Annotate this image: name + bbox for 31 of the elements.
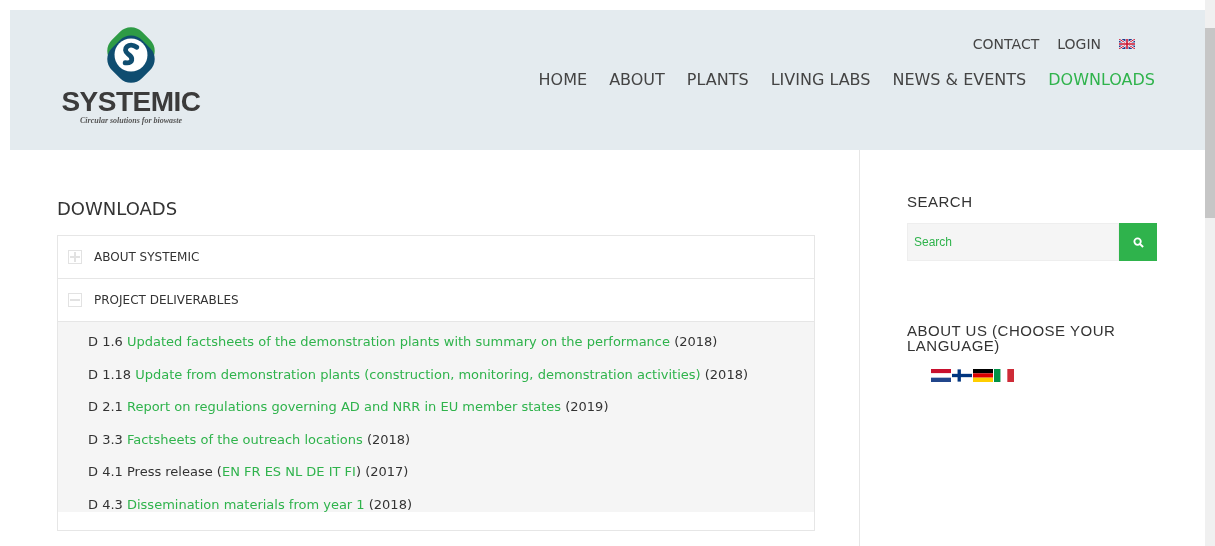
page-title: DOWNLOADS — [57, 198, 179, 219]
accordion-title: ABOUT SYSTEMIC — [94, 250, 200, 264]
nav-link[interactable]: PLANTS — [686, 70, 749, 89]
deliverable-item: D 1.6 Updated factsheets of the demonstration plants with summary on the performance (2018) — [88, 334, 719, 349]
uk-flag-icon[interactable] — [1119, 39, 1135, 49]
toggle-icon — [68, 293, 82, 307]
deliverable-item: D 4.1 Press release (EN FR ES NL DE IT FI) (2017) — [88, 464, 410, 480]
logo-tagline: Circular solutions for biowaste — [80, 116, 182, 125]
logo-name: SYSTEMIC — [61, 88, 201, 116]
nav-link[interactable]: NEWS & EVENTS — [892, 70, 1027, 89]
toggle-icon — [68, 250, 82, 264]
de-flag-icon[interactable] — [973, 369, 993, 382]
nav-link[interactable]: ABOUT — [609, 70, 665, 89]
top-link[interactable]: LOGIN — [1057, 36, 1101, 52]
fi-flag-icon[interactable] — [952, 369, 972, 382]
deliverable-item: D 1.18 Update from demonstration plants (construction, monitoring, demonstration activities) (2018) — [88, 366, 749, 382]
sidebar-heading: ABOUT US (CHOOSE YOUR LANGUAGE) — [907, 323, 1117, 353]
deliverable-item: D 2.1 Report on regulations governing AD and NRR in EU member states (2019) — [88, 399, 610, 415]
search-icon — [1132, 236, 1144, 248]
deliverable-item: D 3.3 Factsheets of the outreach locations (2018) — [88, 431, 412, 447]
scrollbar[interactable] — [1205, 0, 1215, 546]
sidebar-heading: SEARCH — [907, 194, 974, 209]
deliverable-item: D 4.3 Dissemination materials from year 1 (2018) — [88, 496, 413, 512]
nav-link[interactable]: HOME — [538, 70, 588, 89]
search-field[interactable]: Search — [907, 223, 1119, 261]
nav-link[interactable]: LIVING LABS — [770, 70, 871, 89]
it-flag-icon[interactable] — [994, 369, 1014, 382]
top-link[interactable]: CONTACT — [972, 36, 1040, 52]
nl-flag-icon[interactable] — [931, 369, 951, 382]
accordion-header[interactable]: ABOUT SYSTEMIC — [58, 236, 814, 279]
accordion-title: PROJECT DELIVERABLES — [94, 293, 239, 307]
